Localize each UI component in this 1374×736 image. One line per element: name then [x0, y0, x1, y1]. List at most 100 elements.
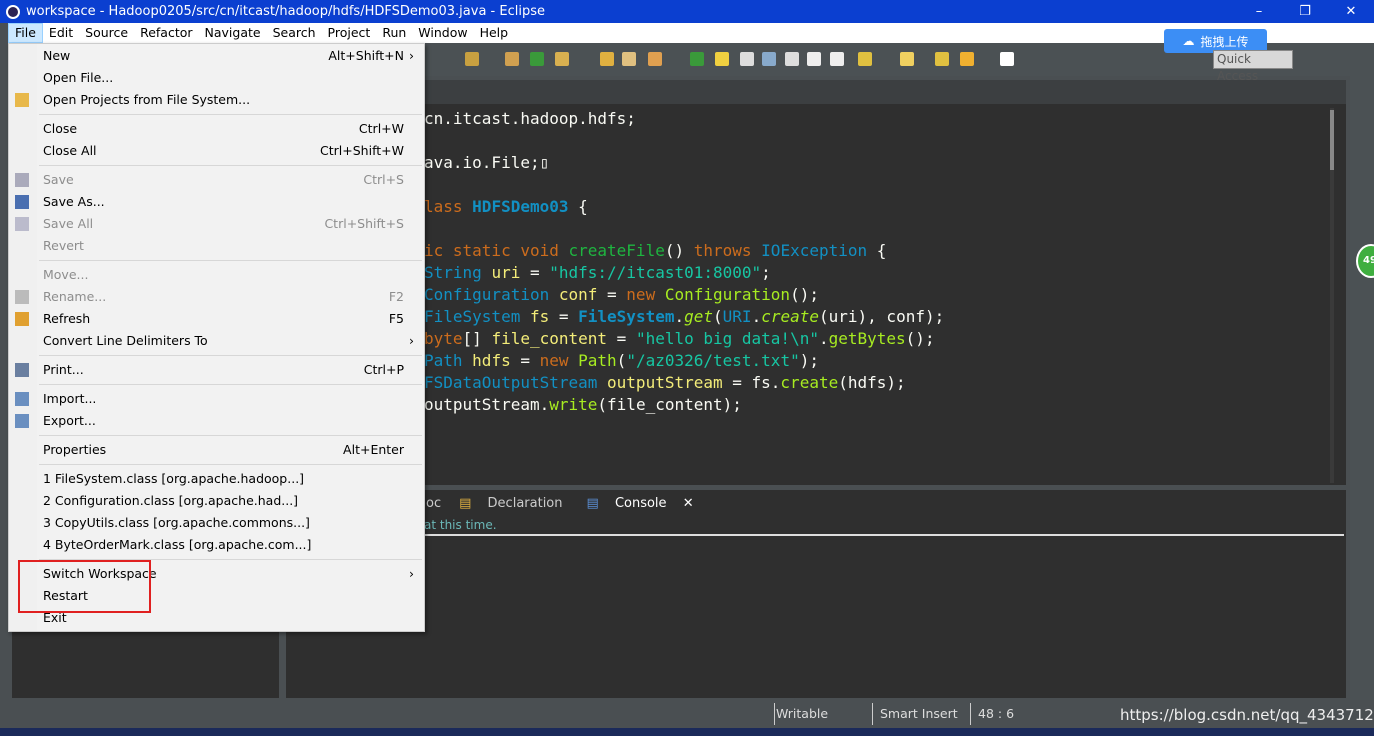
menu-item-label: Refresh: [43, 311, 91, 326]
menu-item-label: Properties: [43, 442, 107, 457]
menu-item-label: Rename...: [43, 289, 107, 304]
toolbar-button-icon[interactable]: [785, 52, 799, 66]
code-token: "hello big data!\n": [635, 329, 819, 348]
menu-item-rename[interactable]: Rename... F2: [9, 286, 424, 308]
toolbar-button-icon[interactable]: [465, 52, 479, 66]
menu-item-shortcut: Ctrl+Shift+W: [320, 143, 404, 158]
code-token: FileSystem: [578, 307, 675, 326]
menu-navigate[interactable]: Navigate: [199, 23, 267, 43]
toolbar-button-icon[interactable]: [960, 52, 974, 66]
toolbar-button-icon[interactable]: [807, 52, 821, 66]
code-token: cn.itcast.hadoop.hdfs;: [424, 109, 636, 128]
menu-item-1-filesystem-class-org-apache-hadoop[interactable]: 1 FileSystem.class [org.apache.hadoop...…: [9, 468, 424, 490]
toolbar-button-icon[interactable]: [715, 52, 729, 66]
code-token: =: [597, 285, 627, 304]
menu-item-label: New: [43, 48, 71, 63]
menu-item-properties[interactable]: Properties Alt+Enter: [9, 439, 424, 461]
toolbar-button-icon[interactable]: [530, 52, 544, 66]
code-line: FSDataOutputStream outputStream = fs.cre…: [424, 372, 944, 394]
code-token: FSDataOutputStream: [424, 373, 608, 392]
console-icon: ▤: [586, 496, 599, 511]
menu-help[interactable]: Help: [474, 23, 515, 43]
menu-item-save-as[interactable]: Save As...: [9, 191, 424, 213]
menu-refactor[interactable]: Refactor: [134, 23, 198, 43]
left-panel: [12, 632, 279, 698]
close-tab-icon[interactable]: ✕: [677, 496, 700, 511]
maximize-button[interactable]: ❐: [1282, 0, 1328, 23]
divider: [424, 534, 1344, 536]
code-token: (hdfs);: [838, 373, 906, 392]
menu-item-close[interactable]: Close Ctrl+W: [9, 118, 424, 140]
menu-item-shortcut: F2: [388, 289, 404, 304]
toolbar-button-icon[interactable]: [830, 52, 844, 66]
toolbar-button-icon[interactable]: [600, 52, 614, 66]
toolbar-button-icon[interactable]: [622, 52, 636, 66]
toolbar-button-icon[interactable]: [505, 52, 519, 66]
code-token: Path: [424, 351, 473, 370]
code-line: byte[] file_content = "hello big data!\n…: [424, 328, 944, 350]
toolbar-button-icon[interactable]: [935, 52, 949, 66]
console-message: at this time.: [424, 518, 497, 532]
menu-item-3-copyutils-class-org-apache-commons[interactable]: 3 CopyUtils.class [org.apache.commons...…: [9, 512, 424, 534]
menu-edit[interactable]: Edit: [43, 23, 79, 43]
highlight-box: [18, 560, 151, 613]
close-button[interactable]: ✕: [1328, 0, 1374, 23]
eclipse-logo-icon: [6, 4, 20, 19]
menu-item-label: Move...: [43, 267, 89, 282]
code-line: ava.io.File;▯: [424, 152, 944, 174]
code-token: Configuration: [664, 285, 791, 304]
minimize-button[interactable]: –: [1236, 0, 1282, 23]
menu-project[interactable]: Project: [322, 23, 377, 43]
menu-item-2-configuration-class-org-apache-had[interactable]: 2 Configuration.class [org.apache.had...…: [9, 490, 424, 512]
menu-item-convert-line-delimiters-to[interactable]: Convert Line Delimiters To ›: [9, 330, 424, 352]
menu-item-print[interactable]: Print... Ctrl+P: [9, 359, 424, 381]
menu-item-save-all[interactable]: Save All Ctrl+Shift+S: [9, 213, 424, 235]
code-token: =: [549, 307, 579, 326]
menu-item-open-file[interactable]: Open File...: [9, 67, 424, 89]
toolbar-button-icon[interactable]: [740, 52, 754, 66]
rename-icon: [15, 290, 29, 304]
code-token: "/az0326/test.txt": [626, 351, 800, 370]
code-token: fs: [529, 307, 550, 326]
title-bar: workspace - Hadoop0205/src/cn/itcast/had…: [0, 0, 1374, 23]
editor-scrollbar[interactable]: [1330, 108, 1334, 483]
menu-item-revert[interactable]: Revert: [9, 235, 424, 257]
menu-item-open-projects-from-file-system[interactable]: Open Projects from File System...: [9, 89, 424, 111]
toolbar-button-icon[interactable]: [555, 52, 569, 66]
menu-source[interactable]: Source: [79, 23, 134, 43]
declaration-icon: ▤: [459, 496, 472, 511]
menu-item-save[interactable]: Save Ctrl+S: [9, 169, 424, 191]
toolbar-button-icon[interactable]: [858, 52, 872, 66]
menu-item-4-byteordermark-class-org-apache-com[interactable]: 4 ByteOrderMark.class [org.apache.com...…: [9, 534, 424, 556]
menu-search[interactable]: Search: [267, 23, 322, 43]
menu-item-close-all[interactable]: Close All Ctrl+Shift+W: [9, 140, 424, 162]
menu-item-shortcut: Alt+Enter: [343, 442, 404, 457]
menu-item-move[interactable]: Move...: [9, 264, 424, 286]
menu-item-refresh[interactable]: Refresh F5: [9, 308, 424, 330]
tab-console[interactable]: ▤ Console ✕: [574, 491, 706, 516]
code-line: outputStream.write(file_content);: [424, 394, 944, 416]
tab-declaration[interactable]: ▤ Declaration: [447, 496, 574, 511]
menu-item-import[interactable]: Import...: [9, 388, 424, 410]
toolbar-button-icon[interactable]: [690, 52, 704, 66]
menu-file[interactable]: File: [8, 23, 43, 43]
code-line: lass HDFSDemo03 {: [424, 196, 944, 218]
code-token: "hdfs://itcast01:8000": [549, 263, 762, 282]
code-token: ▯: [539, 153, 550, 172]
menu-item-new[interactable]: New Alt+Shift+N ›: [9, 45, 424, 67]
menu-window[interactable]: Window: [412, 23, 473, 43]
quick-access-input[interactable]: Quick Access: [1213, 50, 1293, 83]
toolbar-button-icon[interactable]: [648, 52, 662, 66]
code-token: (: [616, 351, 627, 370]
menu-item-label: Open Projects from File System...: [43, 92, 251, 107]
toolbar-button-icon[interactable]: [762, 52, 776, 66]
menu-run[interactable]: Run: [376, 23, 412, 43]
taskbar: [0, 728, 1374, 736]
code-token: =: [607, 329, 636, 348]
menu-item-export[interactable]: Export...: [9, 410, 424, 432]
code-text[interactable]: cn.itcast.hadoop.hdfs; ava.io.File;▯ lass …: [424, 108, 944, 416]
toolbar-button-icon[interactable]: [1000, 52, 1014, 66]
save-all-icon: [15, 217, 29, 231]
toolbar-button-icon[interactable]: [900, 52, 914, 66]
menu-item-label: Convert Line Delimiters To: [43, 333, 208, 348]
